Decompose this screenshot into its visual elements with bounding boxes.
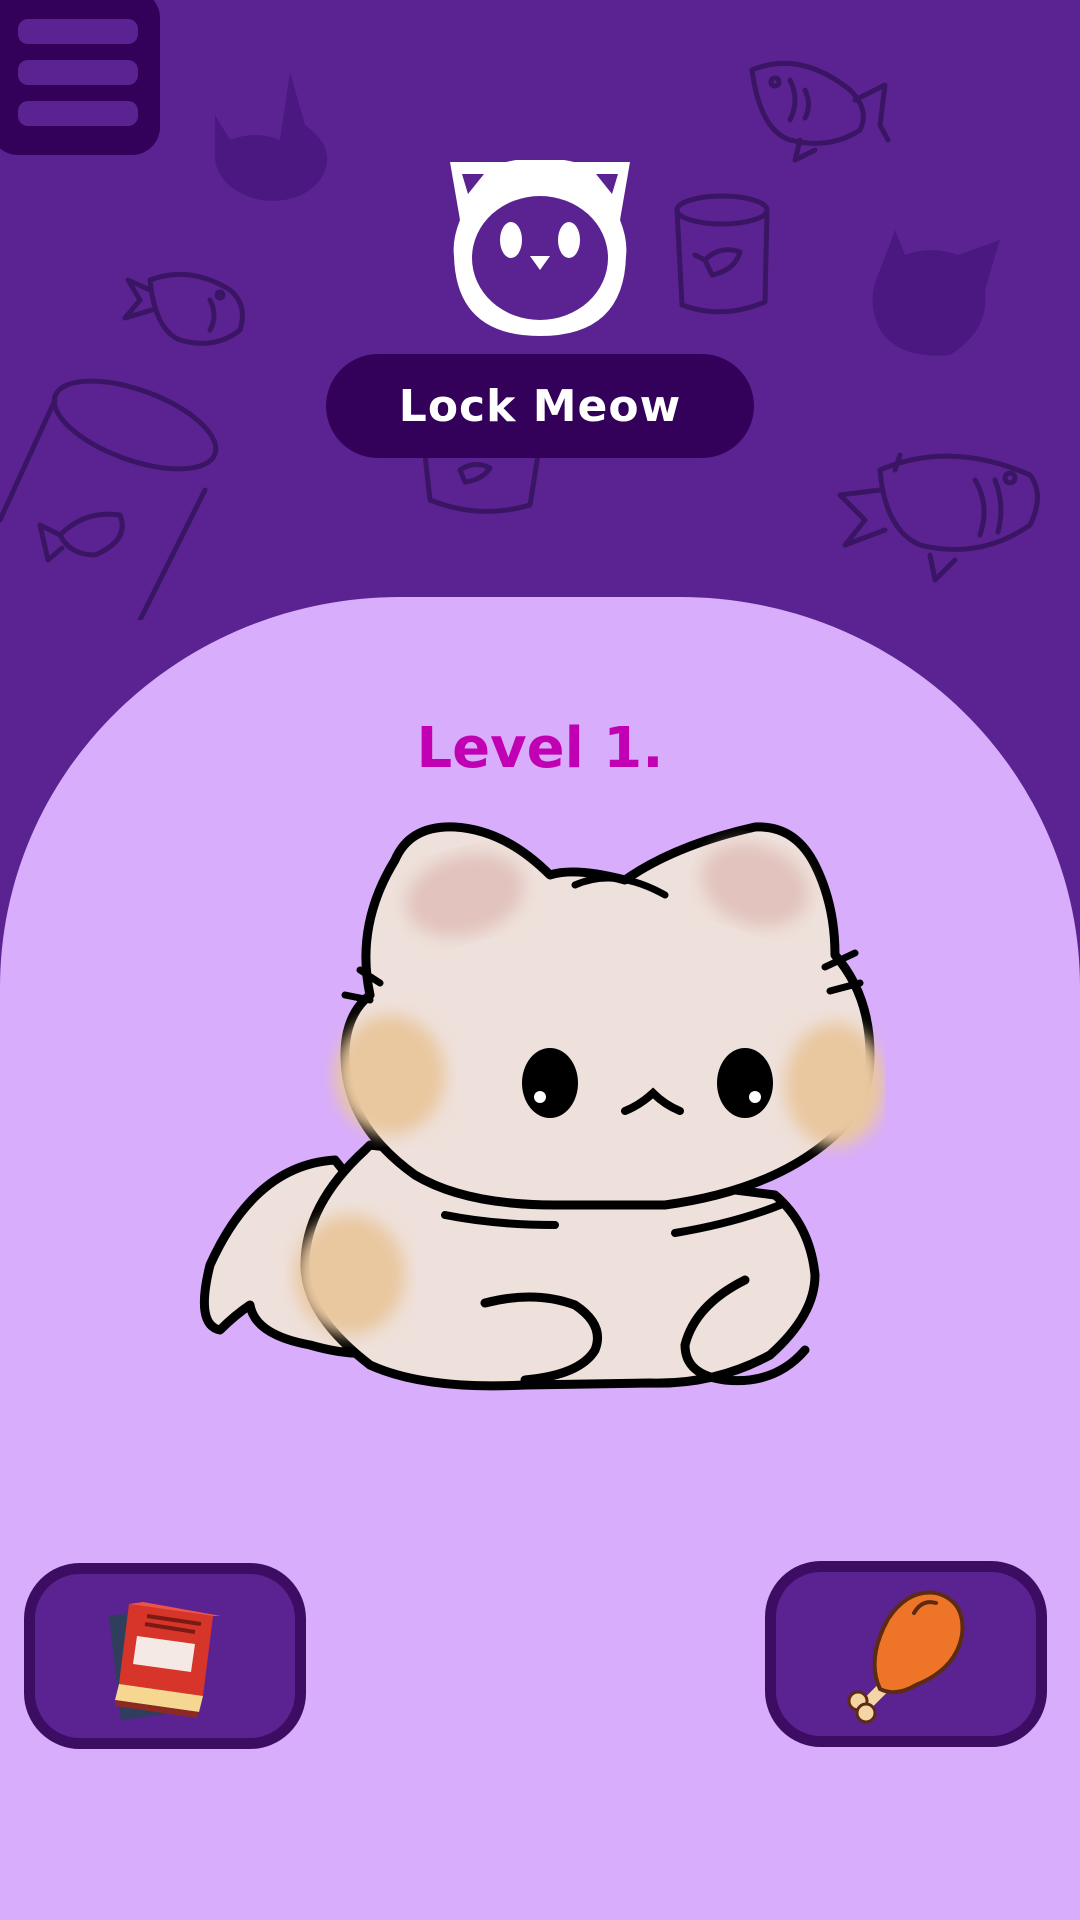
app-title: Lock Meow (398, 380, 682, 432)
tin-can-doodle-icon (0, 378, 219, 620)
tin-can-doodle-icon (674, 193, 770, 315)
cat-silhouette-icon (200, 72, 358, 210)
menu-button[interactable] (0, 0, 160, 155)
fish-doodle-icon (122, 271, 245, 346)
fish-doodle-icon (837, 452, 1040, 583)
kitten-illustration[interactable] (195, 805, 885, 1405)
cat-silhouette-icon (850, 230, 1010, 362)
fish-doodle-icon (749, 60, 891, 163)
books-icon (109, 1602, 221, 1720)
app-title-banner: Lock Meow (326, 354, 754, 458)
cat-head-icon (450, 160, 630, 336)
feed-button[interactable] (765, 1561, 1047, 1747)
tin-can-doodle-icon (422, 452, 541, 514)
level-label: Level 1. (416, 716, 664, 781)
chicken-drumstick-icon (847, 1590, 965, 1724)
books-button[interactable] (24, 1563, 306, 1749)
